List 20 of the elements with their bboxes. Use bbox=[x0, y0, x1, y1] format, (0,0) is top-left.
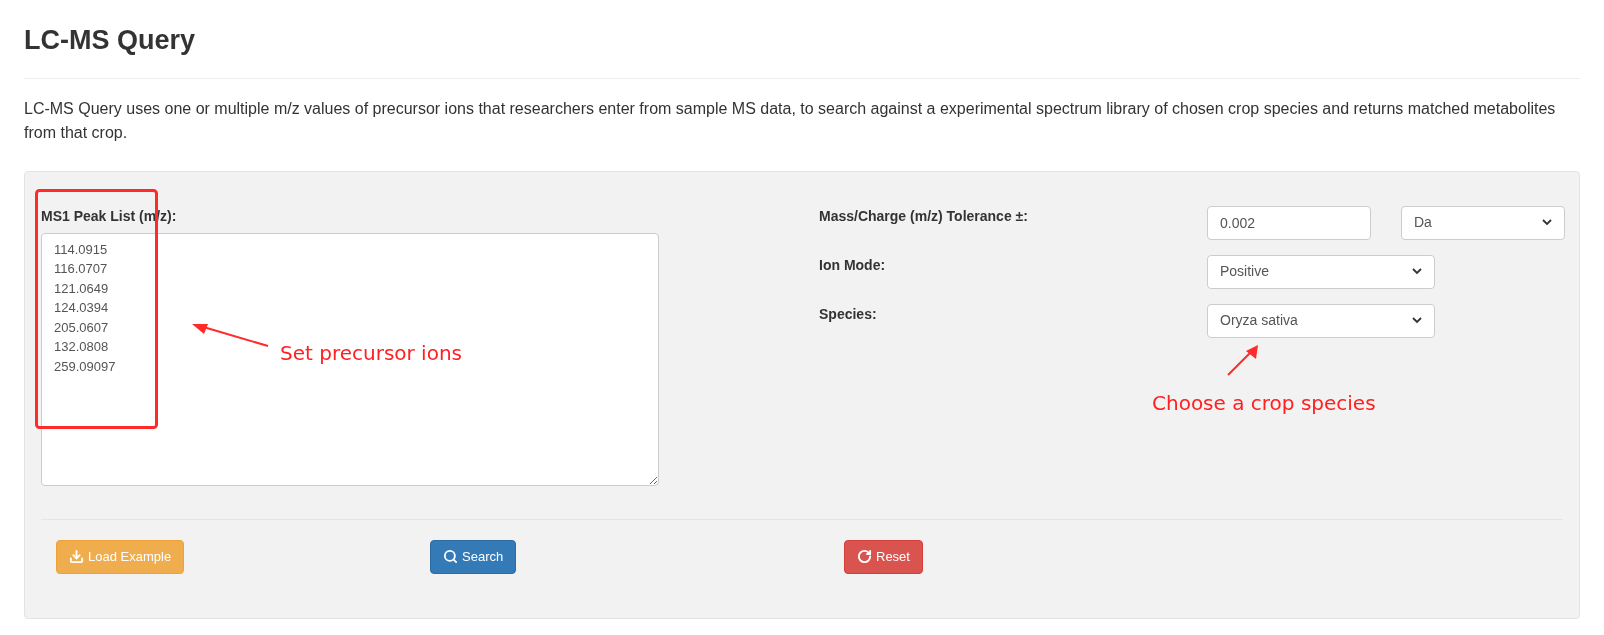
species-select[interactable]: Oryza sativa bbox=[1207, 303, 1435, 338]
field-label: Species: bbox=[819, 304, 878, 324]
tolerance-field[interactable]: 0.002 bbox=[1207, 205, 1371, 240]
ion-mode-select[interactable]: Positive bbox=[1207, 254, 1435, 289]
search-icon bbox=[443, 549, 458, 565]
caret-icon bbox=[1412, 268, 1422, 276]
annotation-text: Set precursor ions bbox=[280, 340, 462, 367]
field-label: Ion Mode: bbox=[819, 255, 887, 275]
unit-select[interactable]: Da bbox=[1401, 205, 1565, 240]
description: LC-MS Query uses one or multiple m/z values of precursor ions that researchers enter from sample MS data, to search against a experimental spectrum library of chosen crop species and returns matched metabolites from that crop. bbox=[24, 98, 1557, 143]
download-icon bbox=[69, 549, 84, 565]
refresh-icon bbox=[857, 549, 872, 565]
search-button[interactable]: Search bbox=[430, 539, 517, 574]
annotation-arrow bbox=[1226, 343, 1260, 377]
reset-button[interactable]: Reset bbox=[844, 539, 923, 574]
caret-icon bbox=[1542, 219, 1552, 227]
field-label: Mass/Charge (m/z) Tolerance ±: bbox=[819, 206, 1029, 226]
annotation-text: Choose a crop species bbox=[1152, 390, 1376, 417]
caret-icon bbox=[1412, 317, 1422, 325]
page-title: LC-MS Query bbox=[24, 24, 197, 57]
